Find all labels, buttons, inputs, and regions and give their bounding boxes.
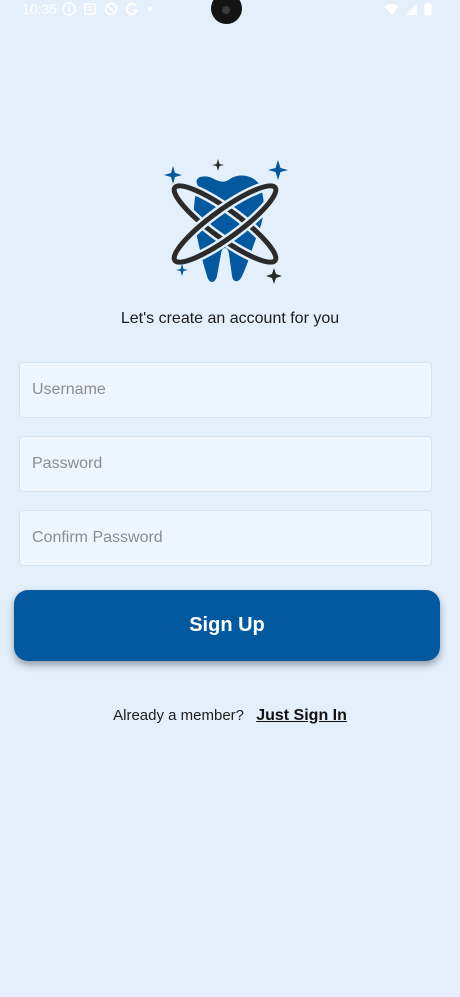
- already-member-text: Already a member?: [113, 707, 245, 724]
- signal-icon: [406, 3, 417, 15]
- wifi-icon: [384, 3, 399, 15]
- tooth-logo-icon: [164, 159, 288, 284]
- page-subtitle: Let's create an account for you: [120, 310, 340, 327]
- status-time: 10:35: [22, 1, 58, 17]
- block-icon: [104, 2, 118, 16]
- google-icon: [125, 2, 139, 16]
- dot-icon: [148, 7, 152, 11]
- status-icons-right: [384, 2, 432, 16]
- info-icon: [62, 2, 76, 16]
- signin-prompt-row: Already a member? Just Sign In: [0, 707, 460, 725]
- front-camera: [211, 0, 242, 24]
- battery-icon: [424, 2, 432, 16]
- password-input[interactable]: [19, 436, 432, 492]
- username-input[interactable]: [19, 362, 432, 418]
- status-bar: 10:35: [0, 0, 460, 24]
- sign-up-button[interactable]: Sign Up: [14, 590, 440, 661]
- notes-icon: [84, 3, 96, 15]
- just-sign-in-link[interactable]: Just Sign In: [256, 707, 347, 724]
- status-icons-left: [62, 2, 154, 16]
- confirm-password-input[interactable]: [19, 510, 432, 566]
